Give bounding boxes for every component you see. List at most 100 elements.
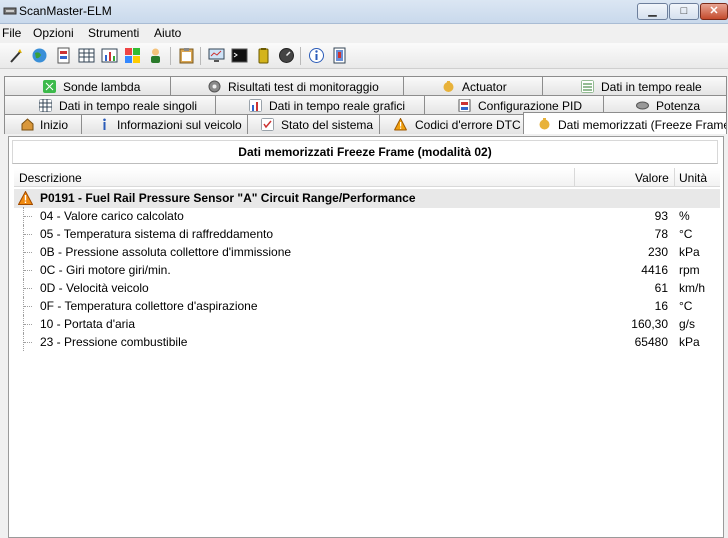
row-value: 4416 (641, 263, 668, 277)
tab-label: Dati in tempo reale singoli (59, 99, 198, 113)
column-divider (674, 168, 675, 186)
tab-label: Informazioni sul veicolo (117, 118, 242, 132)
tab-label: Codici d'errore DTC (415, 118, 521, 132)
minimize-button[interactable]: ▁ (637, 3, 668, 20)
window-title: ScanMaster-ELM (19, 4, 112, 18)
info-icon[interactable] (308, 47, 325, 64)
tab-inizio[interactable]: Inizio (4, 114, 82, 134)
row-value: 61 (654, 281, 668, 295)
row-unit: % (679, 209, 690, 223)
row-unit: km/h (679, 281, 706, 295)
tab-codici-errore-dtc[interactable]: Codici d'errore DTC (379, 114, 524, 134)
clipboard-icon[interactable] (178, 47, 195, 64)
column-header-value[interactable]: Valore (635, 171, 669, 185)
tree-connector (23, 243, 35, 261)
row-description: 10 - Portata d'aria (40, 317, 136, 331)
chart-icon[interactable] (101, 47, 118, 64)
tree-connector (23, 315, 35, 333)
gauge-icon[interactable] (278, 47, 295, 64)
tab-dati-memorizzati[interactable]: Dati memorizzati (Freeze Frame) (523, 112, 727, 134)
grid-header: Descrizione Valore Unità (14, 168, 720, 187)
hand-icon (539, 118, 550, 130)
tree-connector (23, 279, 35, 297)
toolbar-separator (170, 47, 171, 65)
wand-icon[interactable] (8, 47, 25, 64)
column-header-unit[interactable]: Unità (679, 171, 707, 185)
globe-icon[interactable] (31, 47, 48, 64)
maximize-button[interactable]: □ (669, 3, 699, 20)
gear-icon (636, 101, 649, 110)
chip-icon[interactable] (55, 47, 72, 64)
checklist-icon (261, 118, 274, 131)
tab-label: Sonde lambda (63, 80, 141, 94)
table-row[interactable]: 0B - Pressione assoluta collettore d'imm… (14, 243, 720, 261)
lambda-icon (43, 80, 56, 93)
table-row[interactable]: 0F - Temperatura collettore d'aspirazion… (14, 297, 720, 315)
tab-dati-tempo-reale-grafici[interactable]: Dati in tempo reale grafici (215, 95, 425, 115)
tab-label: Inizio (40, 118, 69, 132)
menu-opzioni[interactable]: Opzioni (33, 26, 74, 40)
column-header-description[interactable]: Descrizione (19, 171, 82, 185)
tab-dati-tempo-reale[interactable]: Dati in tempo reale (542, 76, 727, 96)
row-description: 23 - Pressione combustibile (40, 335, 188, 349)
tab-label: Dati in tempo reale grafici (269, 99, 406, 113)
row-value: 230 (647, 245, 668, 259)
monitor-icon[interactable] (208, 47, 225, 64)
freeze-frame-panel: Dati memorizzati Freeze Frame (modalità … (8, 136, 724, 538)
list-icon (581, 80, 594, 93)
row-description: 0B - Pressione assoluta collettore d'imm… (40, 245, 292, 259)
table-row[interactable]: 0D - Velocità veicolo 61 km/h (14, 279, 720, 297)
warning-icon (394, 118, 407, 131)
row-value: 16 (654, 299, 668, 313)
table-row[interactable]: 04 - Valore carico calcolato 93 % (14, 207, 720, 225)
row-value: 93 (654, 209, 668, 223)
row-unit: °C (679, 299, 693, 313)
tree-connector (23, 297, 35, 315)
row-value: 160,30 (631, 317, 668, 331)
panel-title: Dati memorizzati Freeze Frame (modalità … (12, 140, 718, 164)
tree-connector (23, 333, 35, 351)
home-icon (21, 118, 34, 131)
person-icon[interactable] (147, 47, 164, 64)
warning-icon (18, 191, 33, 205)
close-button[interactable]: ✕ (700, 3, 728, 20)
report-icon[interactable] (331, 47, 348, 64)
table-row[interactable]: 0C - Giri motore giri/min. 4416 rpm (14, 261, 720, 279)
table-row[interactable]: 10 - Portata d'aria 160,30 g/s (14, 315, 720, 333)
menu-strumenti[interactable]: Strumenti (88, 26, 139, 40)
tab-informazioni-veicolo[interactable]: Informazioni sul veicolo (81, 114, 248, 134)
tab-sonde-lambda[interactable]: Sonde lambda (4, 76, 171, 96)
title-bar: ScanMaster-ELM ▁ □ ✕ (0, 0, 728, 24)
terminal-icon[interactable] (231, 47, 248, 64)
windows-icon[interactable] (124, 47, 141, 64)
menu-aiuto[interactable]: Aiuto (154, 26, 181, 40)
tree-connector (23, 207, 35, 225)
toolbar-separator (300, 47, 301, 65)
menu-file[interactable]: File (2, 26, 21, 40)
tab-label: Actuator (462, 80, 507, 94)
table-row[interactable]: 05 - Temperatura sistema di raffreddamen… (14, 225, 720, 243)
tab-label: Dati memorizzati (Freeze Frame) (558, 118, 727, 132)
row-description: 0D - Velocità veicolo (40, 281, 149, 295)
toolbar (0, 43, 728, 69)
tree-connector (23, 225, 35, 243)
row-description: 05 - Temperatura sistema di raffreddamen… (40, 227, 274, 241)
row-description: 04 - Valore carico calcolato (40, 209, 184, 223)
battery-icon[interactable] (255, 47, 272, 64)
tab-risultati-test[interactable]: Risultati test di monitoraggio (170, 76, 404, 96)
grid-icon[interactable] (78, 47, 95, 64)
tab-actuator[interactable]: Actuator (403, 76, 543, 96)
tab-dati-tempo-reale-singoli[interactable]: Dati in tempo reale singoli (4, 95, 216, 115)
table-row[interactable]: 23 - Pressione combustibile 65480 kPa (14, 333, 720, 351)
row-unit: °C (679, 227, 693, 241)
column-divider (574, 168, 575, 186)
chip-icon (458, 99, 471, 112)
dtc-code: P0191 - Fuel Rail Pressure Sensor "A" Ci… (40, 191, 416, 205)
tab-label: Risultati test di monitoraggio (228, 80, 379, 94)
row-value: 78 (654, 227, 668, 241)
info-icon (103, 118, 106, 130)
grid-icon (39, 99, 52, 112)
dtc-group-row[interactable]: P0191 - Fuel Rail Pressure Sensor "A" Ci… (14, 189, 720, 208)
tab-stato-sistema[interactable]: Stato del sistema (247, 114, 380, 134)
toolbar-separator (200, 47, 201, 65)
